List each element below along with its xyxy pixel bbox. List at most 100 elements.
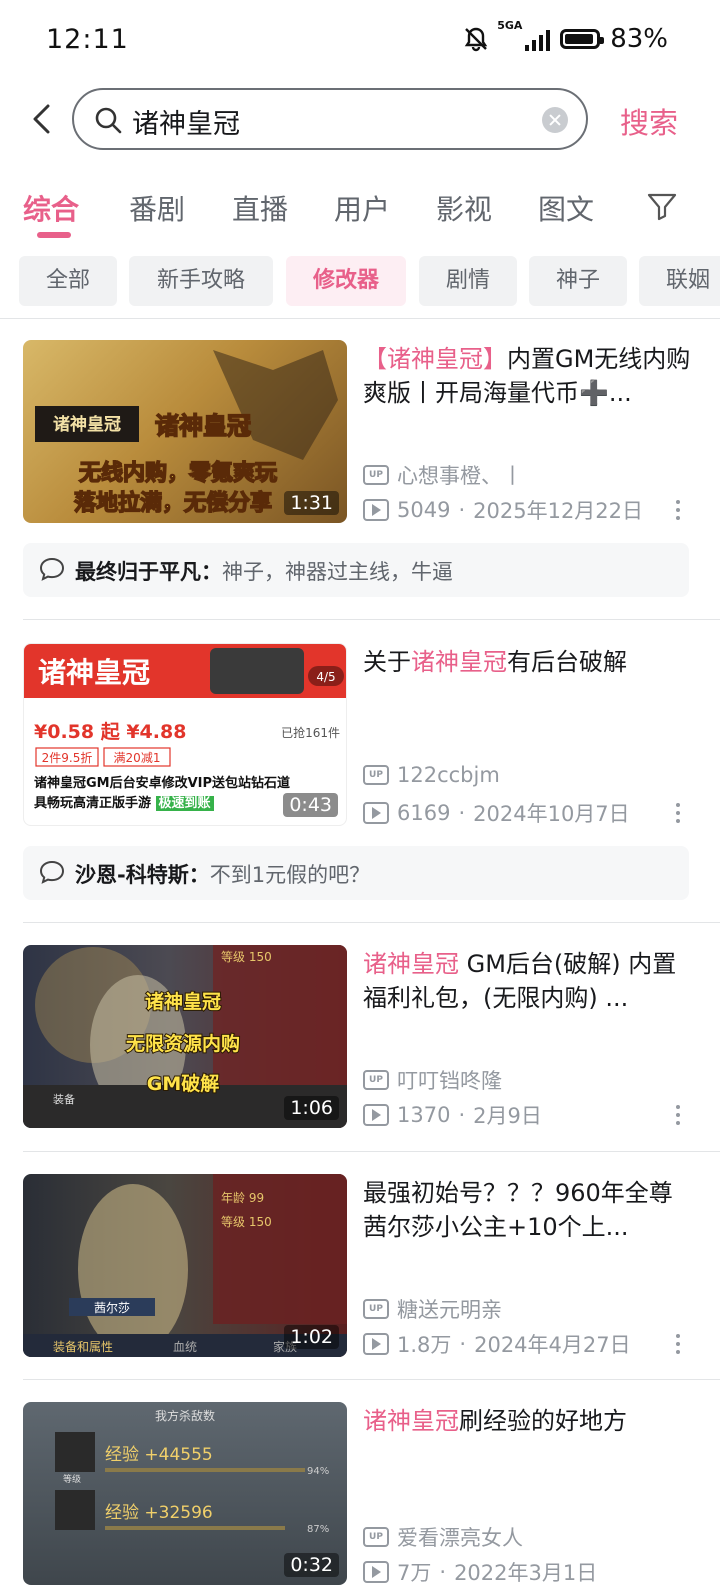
top-comment[interactable]: 沙恩-科特斯：不到1元假的吧？ (23, 846, 689, 900)
video-thumbnail[interactable]: 诸神皇冠 4/5 ¥0.58 起 ¥4.88 已抢161件 2件9.5折 满20… (23, 643, 347, 826)
divider (23, 1379, 720, 1380)
comment-user: 最终归于平凡： (75, 560, 222, 584)
uploader-name: 心想事橙、丨 (397, 464, 523, 488)
status-icons: 5GA 83% (463, 19, 668, 54)
video-title[interactable]: 【诸神皇冠】内置GM无线内购爽版丨开局海量代币➕... (363, 342, 693, 410)
uploader-name: 122ccbjm (397, 763, 500, 787)
play-count-icon (363, 1104, 389, 1126)
comment-text: 最终归于平凡：神子，神器过主线，牛逼 (75, 560, 453, 584)
comment-icon (39, 557, 65, 581)
play-count: 1370 (397, 1103, 451, 1127)
video-duration: 1:06 (284, 1096, 339, 1120)
svg-text:4/5: 4/5 (316, 670, 335, 684)
uploader[interactable]: UP 叮叮铛咚隆 (363, 1065, 502, 1095)
status-bar: 12:11 5GA 83% (0, 0, 720, 84)
play-count-icon (363, 1333, 389, 1355)
tab-bangumi[interactable]: 番剧 (129, 188, 185, 228)
publish-date: 2024年10月7日 (473, 802, 630, 826)
title-highlight: 【诸神皇冠】 (363, 345, 507, 373)
title-highlight: 诸神皇冠 (363, 1407, 459, 1435)
publish-date: 2025年12月22日 (473, 499, 644, 523)
svg-text:等级: 等级 (63, 1473, 81, 1485)
video-stats: 1.8万 · 2024年4月27日 (363, 1329, 631, 1359)
up-icon: UP (363, 1299, 389, 1319)
video-duration: 0:43 (283, 793, 338, 817)
video-stats: 6169 · 2024年10月7日 (363, 798, 630, 828)
svg-text:年龄 99: 年龄 99 (221, 1191, 264, 1205)
status-time: 12:11 (46, 24, 129, 55)
up-icon: UP (363, 1527, 389, 1547)
tab-articles[interactable]: 图文 (538, 188, 594, 228)
svg-text:2件9.5折: 2件9.5折 (42, 750, 93, 765)
tab-movies[interactable]: 影视 (436, 188, 492, 228)
uploader[interactable]: UP 糖送元明亲 (363, 1294, 502, 1324)
clear-icon[interactable] (542, 107, 568, 133)
thumb-logo-text: 诸神皇冠 (53, 414, 121, 435)
comment-text: 沙恩-科特斯：不到1元假的吧？ (75, 863, 371, 887)
play-count: 5049 (397, 498, 451, 522)
more-options-icon[interactable] (676, 803, 682, 827)
comment-icon (39, 860, 65, 884)
more-options-icon[interactable] (676, 1334, 682, 1358)
tab-live[interactable]: 直播 (232, 188, 288, 228)
play-count: 6169 (397, 801, 451, 825)
play-count-icon (363, 1561, 389, 1583)
search-button[interactable]: 搜索 (620, 100, 678, 142)
video-result[interactable]: 等级 150 装备 诸神皇冠 无限资源内购 GM破解 1:06 诸神皇冠 GM后… (0, 945, 720, 1145)
chip-modifier[interactable]: 修改器 (286, 256, 406, 306)
play-count-icon (363, 499, 389, 521)
video-title[interactable]: 诸神皇冠刷经验的好地方 (363, 1404, 693, 1438)
chip-beginner-guide[interactable]: 新手攻略 (129, 256, 273, 306)
video-thumbnail[interactable]: 等级 150 装备 诸神皇冠 无限资源内购 GM破解 1:06 (23, 945, 347, 1128)
video-result[interactable]: 我方杀敌数 经验 +44555 94% 经验 +32596 87% 等级 0:3… (0, 1402, 720, 1588)
video-result[interactable]: 诸神皇冠 4/5 ¥0.58 起 ¥4.88 已抢161件 2件9.5折 满20… (0, 643, 720, 901)
play-count: 7万 (397, 1561, 432, 1585)
chip-divine-child[interactable]: 神子 (529, 256, 627, 306)
search-query: 诸神皇冠 (132, 109, 240, 140)
video-title[interactable]: 诸神皇冠 GM后台(破解) 内置福利礼包，(无限内购) ... (363, 947, 693, 1015)
title-highlight: 诸神皇冠 (411, 648, 507, 676)
play-count-icon (363, 802, 389, 824)
publish-date: 2024年4月27日 (474, 1333, 631, 1357)
top-comment[interactable]: 最终归于平凡：神子，神器过主线，牛逼 (23, 543, 689, 597)
tab-users[interactable]: 用户 (334, 188, 390, 228)
video-title[interactable]: 最强初始号？？？960年全尊茜尔莎小公主+10个上... (363, 1176, 693, 1244)
svg-text:已抢161件: 已抢161件 (281, 725, 340, 740)
chip-all[interactable]: 全部 (19, 256, 117, 306)
thumb-game-title: 诸神皇冠 (155, 412, 251, 440)
video-thumbnail[interactable]: 年龄 99 等级 150 茜尔莎 装备和属性 血统 家族 1:02 (23, 1174, 347, 1357)
svg-text:装备和属性: 装备和属性 (53, 1340, 113, 1354)
video-title[interactable]: 关于诸神皇冠有后台破解 (363, 645, 693, 679)
more-options-icon[interactable] (676, 1105, 682, 1129)
svg-text:血统: 血统 (173, 1340, 197, 1354)
thumb-caption-1: 无线内购，零氪爽玩 (79, 460, 277, 486)
video-stats: 7万 · 2022年3月1日 (363, 1557, 597, 1587)
up-icon: UP (363, 1070, 389, 1090)
chip-story[interactable]: 剧情 (419, 256, 517, 306)
video-result[interactable]: 诸神皇冠 诸神皇冠 无线内购，零氪爽玩 落地拉满，无偿分享 1:31 【诸神皇冠… (0, 340, 720, 618)
video-duration: 1:31 (284, 491, 339, 515)
divider (23, 922, 720, 923)
filter-icon[interactable] (646, 190, 678, 222)
svg-text:装备: 装备 (53, 1092, 75, 1106)
more-options-icon[interactable] (676, 500, 682, 524)
back-arrow-icon[interactable] (30, 102, 54, 136)
svg-text:等级 150: 等级 150 (221, 1215, 272, 1229)
svg-text:94%: 94% (307, 1466, 329, 1477)
svg-text:诸神皇冠: 诸神皇冠 (38, 656, 150, 689)
chip-marriage[interactable]: 联姻 (639, 256, 720, 306)
battery-icon (560, 29, 605, 49)
video-thumbnail[interactable]: 我方杀敌数 经验 +44555 94% 经验 +32596 87% 等级 0:3… (23, 1402, 347, 1585)
tab-all[interactable]: 综合 (23, 188, 79, 228)
video-duration: 0:32 (284, 1553, 339, 1577)
publish-date: 2022年3月1日 (454, 1561, 598, 1585)
uploader[interactable]: UP 爱看漂亮女人 (363, 1522, 523, 1552)
uploader-name: 糖送元明亲 (397, 1298, 502, 1322)
video-stats: 5049 · 2025年12月22日 (363, 495, 643, 525)
video-thumbnail[interactable]: 诸神皇冠 诸神皇冠 无线内购，零氪爽玩 落地拉满，无偿分享 1:31 (23, 340, 347, 523)
uploader-name: 叮叮铛咚隆 (397, 1069, 502, 1093)
uploader[interactable]: UP 122ccbjm (363, 763, 500, 787)
uploader[interactable]: UP 心想事橙、丨 (363, 460, 523, 490)
search-input[interactable]: 诸神皇冠 (72, 88, 588, 150)
video-result[interactable]: 年龄 99 等级 150 茜尔莎 装备和属性 血统 家族 1:02 最强初始号？… (0, 1174, 720, 1374)
